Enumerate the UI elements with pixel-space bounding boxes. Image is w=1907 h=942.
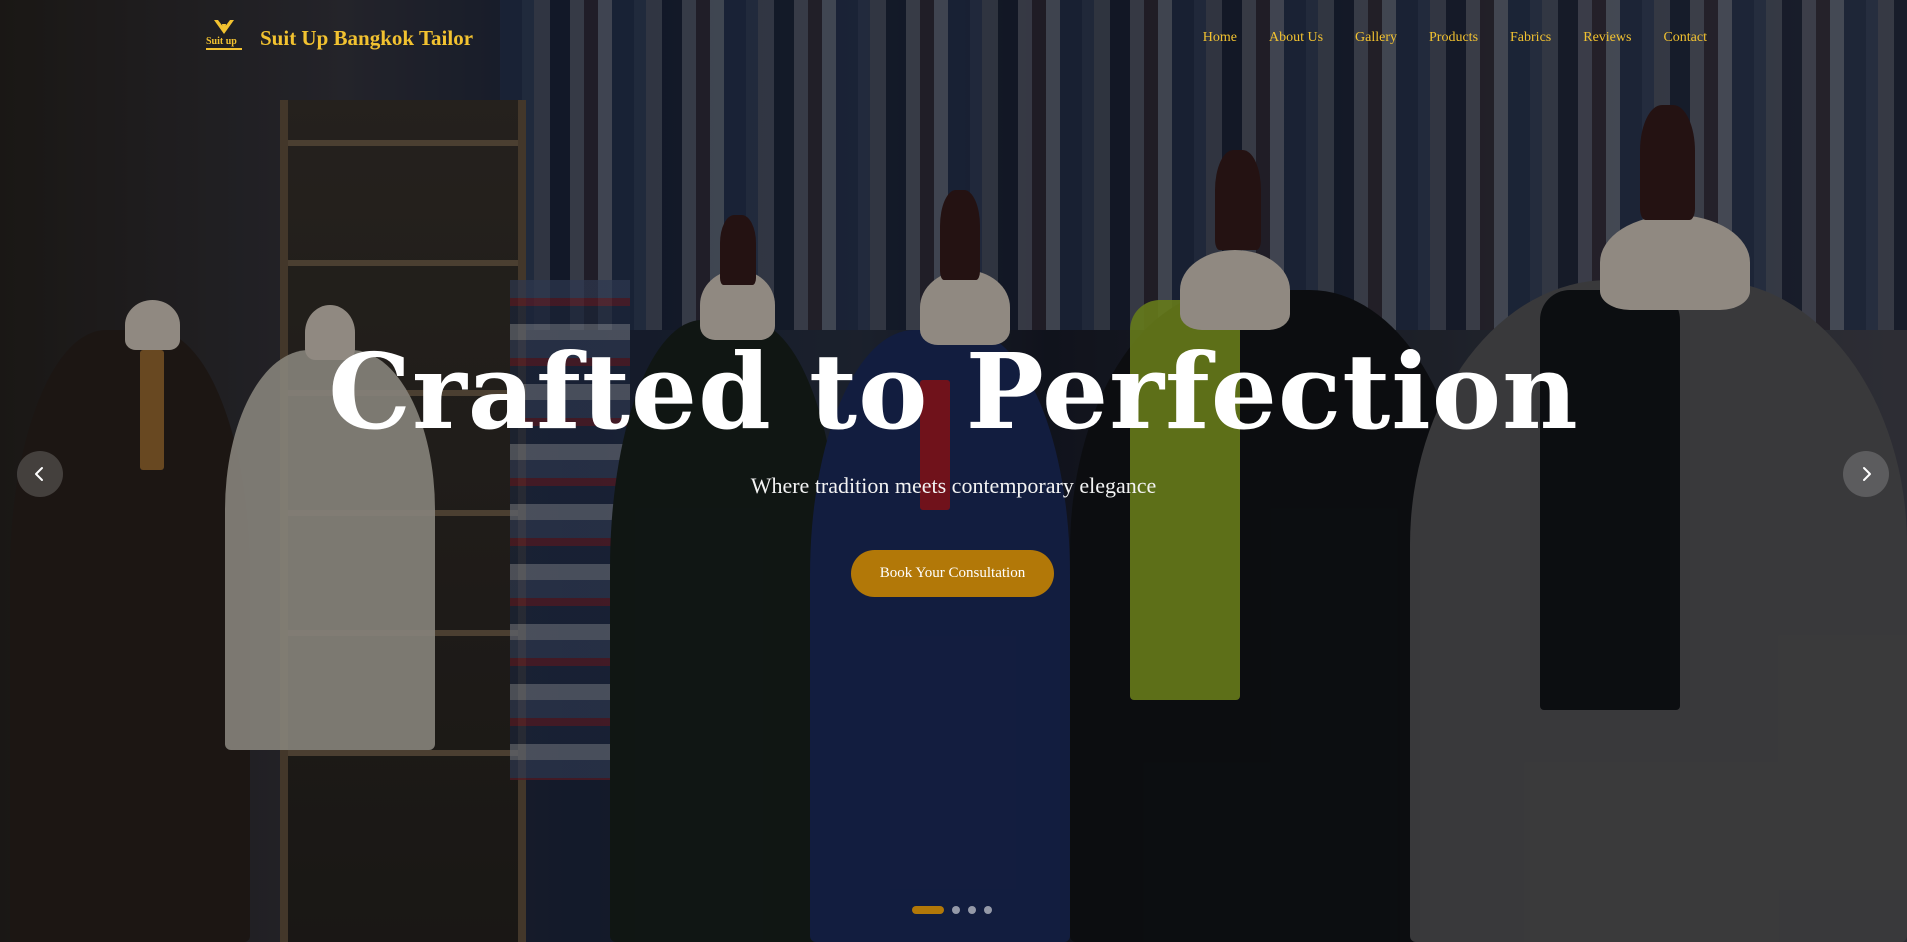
carousel-indicators <box>912 906 992 914</box>
carousel-next-button[interactable] <box>1843 451 1889 497</box>
brand-name[interactable]: Suit Up Bangkok Tailor <box>260 26 473 51</box>
hero-title: Crafted to Perfection <box>328 330 1579 453</box>
nav-contact[interactable]: Contact <box>1663 30 1707 46</box>
nav-about-us[interactable]: About Us <box>1269 30 1323 46</box>
book-consultation-button[interactable]: Book Your Consultation <box>851 550 1054 597</box>
suit-logo-icon[interactable]: Suit up <box>200 18 248 58</box>
carousel-dot-3[interactable] <box>968 906 976 914</box>
carousel-dot-1[interactable] <box>912 906 944 914</box>
chevron-left-icon <box>35 467 43 481</box>
nav-reviews[interactable]: Reviews <box>1583 30 1631 46</box>
chevron-right-icon <box>1863 467 1871 481</box>
nav-fabrics[interactable]: Fabrics <box>1510 30 1551 46</box>
logo-text: Suit up <box>206 36 237 47</box>
carousel-dot-4[interactable] <box>984 906 992 914</box>
carousel-dot-2[interactable] <box>952 906 960 914</box>
navbar: Suit up Suit Up Bangkok Tailor Home Abou… <box>0 0 1907 80</box>
nav-menu: Home About Us Gallery Products Fabrics R… <box>1203 30 1707 46</box>
hero-subtitle: Where tradition meets contemporary elega… <box>750 473 1157 498</box>
hero-section <box>0 0 1907 942</box>
dark-overlay <box>0 0 1907 942</box>
carousel-prev-button[interactable] <box>17 451 63 497</box>
nav-products[interactable]: Products <box>1429 30 1478 46</box>
nav-home[interactable]: Home <box>1203 30 1237 46</box>
nav-gallery[interactable]: Gallery <box>1355 30 1397 46</box>
